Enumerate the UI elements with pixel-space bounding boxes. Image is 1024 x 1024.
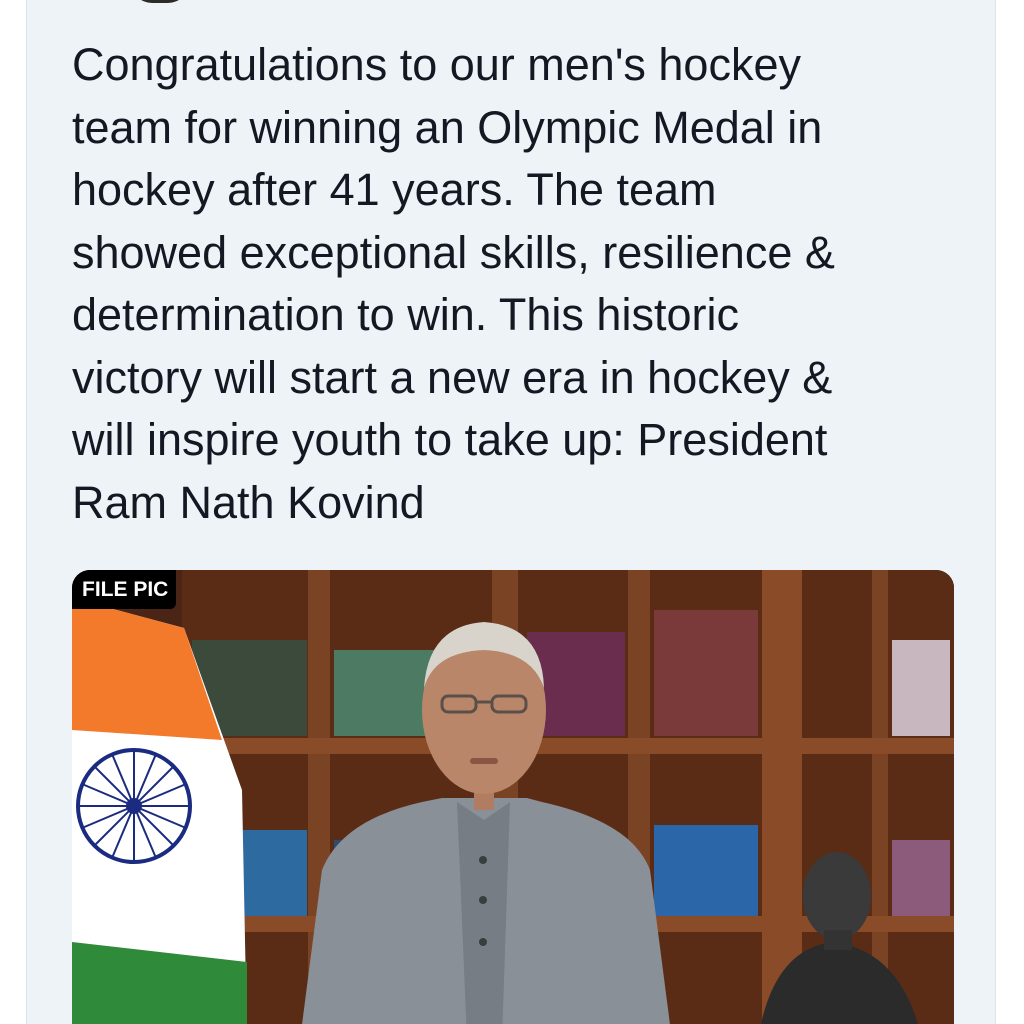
screen: Congratulations to our men's hockey team… (0, 0, 1024, 1024)
tweet-text-line: will inspire youth to take up: President (72, 414, 828, 465)
avatar[interactable] (131, 0, 189, 3)
photo-illustration (72, 570, 954, 1024)
tweet-text-line: hockey after 41 years. The team (72, 164, 717, 215)
tweet-text-line: Congratulations to our men's hockey (72, 39, 801, 90)
tweet-text: Congratulations to our men's hockey team… (72, 34, 972, 534)
tweet-text-line: showed exceptional skills, resilience & (72, 226, 835, 278)
tweet-text-line: Ram Nath Kovind (72, 476, 425, 528)
tweet-card[interactable]: Congratulations to our men's hockey team… (26, 0, 996, 1024)
tweet-text-line: team for winning an Olympic Medal in (72, 101, 823, 153)
tweet-text-line: determination to win. This historic (72, 289, 739, 340)
tweet-text-line: victory will start a new era in hockey & (72, 351, 833, 403)
tweet-photo[interactable]: FILE PIC (72, 570, 954, 1024)
file-pic-badge: FILE PIC (72, 570, 177, 609)
